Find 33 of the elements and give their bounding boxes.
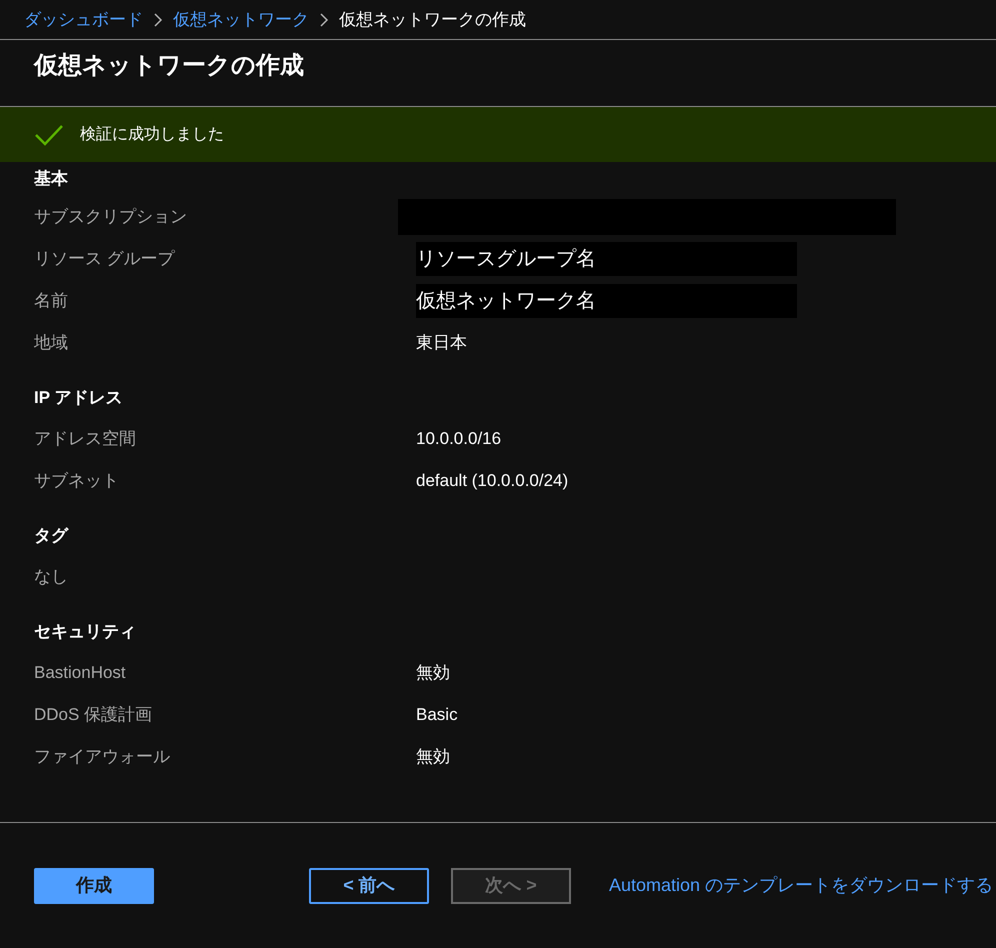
page-title: 仮想ネットワークの作成 <box>34 51 305 81</box>
field-label: DDoS 保護計画 <box>34 704 154 726</box>
field-label: アドレス空間 <box>34 428 137 450</box>
section-heading: 基本 <box>34 168 68 190</box>
breadcrumb-link[interactable]: 仮想ネットワーク <box>173 6 309 32</box>
field-label: 名前 <box>34 290 69 312</box>
field-value: Basic <box>416 704 458 726</box>
download-template-link[interactable]: Automation のテンプレートをダウンロードする <box>609 872 994 899</box>
field-value: default (10.0.0.0/24) <box>416 470 568 492</box>
field-label: リソース グループ <box>34 248 176 270</box>
empty-note: なし <box>34 566 69 588</box>
field-value: 無効 <box>416 662 450 684</box>
breadcrumb-link[interactable]: ダッシュボード <box>24 6 143 32</box>
chevron-icon <box>153 12 163 26</box>
chevron-icon <box>319 12 329 26</box>
banner-message: 検証に成功しました <box>80 124 224 144</box>
checkmark-icon <box>34 124 64 146</box>
field-value: リソースグループ名 <box>416 242 797 276</box>
section-heading: タグ <box>34 525 68 548</box>
field-label: BastionHost <box>34 662 127 684</box>
section-heading: セキュリティ <box>34 621 136 644</box>
section-heading: IP アドレス <box>34 387 122 410</box>
field-label: ファイアウォール <box>34 746 171 768</box>
field-label: 地域 <box>34 332 69 354</box>
field-value: 10.0.0.0/16 <box>416 428 502 450</box>
field-label: サブスクリプション <box>34 206 188 228</box>
previous-button[interactable]: < 前へ <box>309 868 429 904</box>
field-value: 仮想ネットワーク名 <box>416 284 797 318</box>
field-label: サブネット <box>34 470 120 492</box>
field-value: 無効 <box>416 746 450 768</box>
create-button[interactable]: 作成 <box>34 868 154 904</box>
breadcrumb-current: 仮想ネットワークの作成 <box>339 8 526 31</box>
field-value: 東日本 <box>416 332 467 354</box>
